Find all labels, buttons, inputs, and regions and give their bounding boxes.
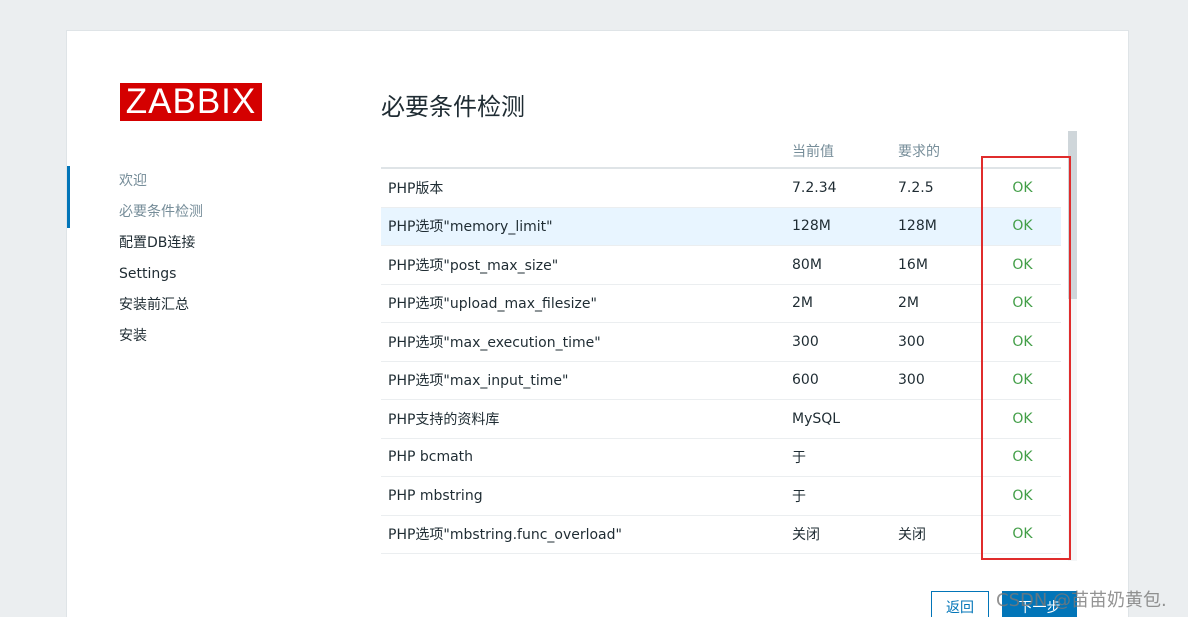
header-current-value: 当前值 xyxy=(792,144,834,160)
table-row: PHP支持的资料库 MySQL OK xyxy=(381,400,1061,439)
nav-step-install: 安装 xyxy=(119,328,147,344)
nav-step-settings: Settings xyxy=(119,266,177,282)
annotation-highlight-box xyxy=(981,156,1071,560)
table-row: PHP bcmath 于 OK xyxy=(381,439,1061,477)
row-name: PHP选项"memory_limit" xyxy=(388,219,553,236)
table-row: PHP选项"max_input_time" 600 300 OK xyxy=(381,362,1061,400)
row-name: PHP选项"max_execution_time" xyxy=(388,334,601,351)
row-required-value: 2M xyxy=(898,295,919,312)
table-row: PHP选项"memory_limit" 128M 128M OK xyxy=(381,207,1061,246)
header-required: 要求的 xyxy=(898,144,940,160)
row-name: PHP选项"post_max_size" xyxy=(388,257,559,274)
row-name: PHP选项"upload_max_filesize" xyxy=(388,296,597,313)
row-name: PHP mbstring xyxy=(388,487,483,504)
table-row: PHP选项"upload_max_filesize" 2M 2M OK xyxy=(381,285,1061,323)
watermark: CSDN @苗苗奶黄包. xyxy=(996,590,1167,611)
table-row: PHP版本 7.2.34 7.2.5 OK xyxy=(381,169,1061,208)
setup-steps-nav: 欢迎 必要条件检测 配置DB连接 Settings 安装前汇总 安装 xyxy=(67,166,267,352)
nav-step-welcome: 欢迎 xyxy=(119,173,147,189)
table-header: 当前值 要求的 xyxy=(381,135,1061,169)
row-name: PHP bcmath xyxy=(388,449,474,466)
zabbix-logo: ZABBIX xyxy=(120,83,262,121)
row-required-value: 关闭 xyxy=(898,527,926,544)
row-required-value: 300 xyxy=(898,372,925,389)
row-current-value: 600 xyxy=(792,372,819,389)
row-name: PHP选项"mbstring.func_overload" xyxy=(388,527,622,544)
back-button[interactable]: 返回 xyxy=(931,591,989,617)
row-current-value: 2M xyxy=(792,295,813,312)
row-current-value: MySQL xyxy=(792,410,841,427)
row-current-value: 关闭 xyxy=(792,527,820,544)
table-row: PHP选项"max_execution_time" 300 300 OK xyxy=(381,323,1061,362)
table-row: PHP选项"post_max_size" 80M 16M OK xyxy=(381,246,1061,285)
row-current-value: 80M xyxy=(792,256,822,273)
prerequisites-table: 当前值 要求的 PHP版本 7.2.34 7.2.5 OK PHP选项"memory_l… xyxy=(381,135,1061,554)
row-current-value: 128M xyxy=(792,218,831,235)
nav-step-db-connection: 配置DB连接 xyxy=(119,235,196,251)
setup-card: ZABBIX 欢迎 必要条件检测 配置DB连接 Settings 安装前汇总 安… xyxy=(66,30,1129,617)
nav-step-summary: 安装前汇总 xyxy=(119,297,189,313)
row-current-value: 7.2.34 xyxy=(792,179,837,196)
table-row: PHP选项"mbstring.func_overload" 关闭 关闭 OK xyxy=(381,516,1061,554)
row-name: PHP版本 xyxy=(388,180,444,197)
row-required-value: 300 xyxy=(898,333,925,350)
row-current-value: 于 xyxy=(792,488,806,505)
table-row: PHP mbstring 于 OK xyxy=(381,477,1061,516)
row-current-value: 300 xyxy=(792,333,819,350)
row-name: PHP支持的资料库 xyxy=(388,411,500,428)
row-current-value: 于 xyxy=(792,450,806,467)
row-required-value: 16M xyxy=(898,256,928,273)
nav-step-prerequisites: 必要条件检测 xyxy=(119,204,203,220)
page-title: 必要条件检测 xyxy=(381,93,525,121)
row-name: PHP选项"max_input_time" xyxy=(388,373,569,390)
row-required-value: 7.2.5 xyxy=(898,179,934,196)
row-required-value: 128M xyxy=(898,218,937,235)
